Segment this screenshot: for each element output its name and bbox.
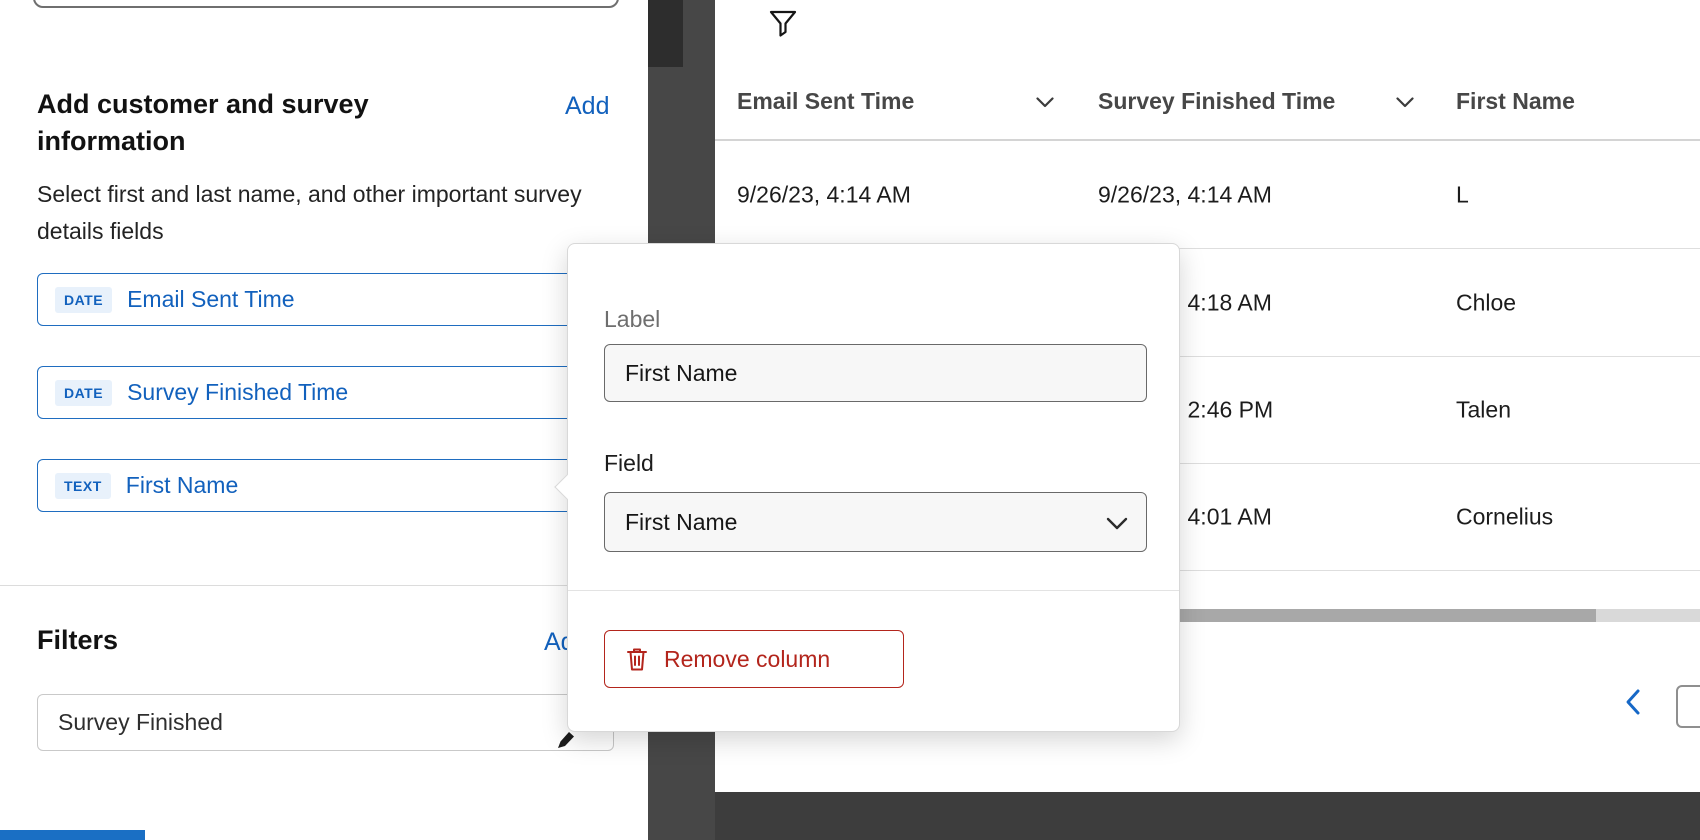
trash-icon (625, 646, 649, 672)
filter-item-label: Survey Finished (58, 709, 223, 736)
field-caption: Field (604, 450, 654, 477)
filter-funnel-icon[interactable] (767, 8, 799, 40)
cell-first-name: L (1456, 181, 1469, 208)
edit-pencil-icon[interactable] (556, 730, 576, 750)
field-select-value: First Name (625, 509, 737, 536)
popover-divider (568, 590, 1179, 591)
column-settings-popover: Label Field First Name Remove column (567, 243, 1180, 732)
column-header-label: First Name (1456, 88, 1575, 114)
remove-column-label: Remove column (664, 646, 830, 673)
field-row-survey-finished-time[interactable]: DATE Survey Finished Time (37, 366, 613, 419)
add-field-link[interactable]: Add (565, 92, 609, 121)
bottom-dark-bar (715, 792, 1700, 840)
field-type-badge: DATE (55, 380, 112, 406)
field-type-badge: DATE (55, 287, 112, 313)
section-description: Select first and last name, and other im… (37, 176, 597, 250)
field-type-badge: TEXT (55, 473, 111, 499)
cell-email-sent-time: 9/26/23, 4:14 AM (737, 181, 911, 208)
cell-survey-finished-time: 9/26/23, 4:14 AM (1098, 181, 1272, 208)
filters-title: Filters (37, 625, 118, 656)
page-number-input-partial[interactable] (1676, 685, 1700, 728)
app-root: Add customer and survey information Add … (0, 0, 1700, 840)
table-row[interactable]: 9/26/23, 4:14 AM 9/26/23, 4:14 AM L (715, 141, 1700, 249)
settings-panel: Add customer and survey information Add … (0, 0, 648, 840)
column-header-survey-finished-time[interactable]: Survey Finished Time (1098, 88, 1335, 115)
label-input[interactable] (604, 344, 1147, 402)
truncated-text-input[interactable] (33, 0, 619, 8)
field-row-first-name[interactable]: TEXT First Name (37, 459, 613, 512)
column-header-email-sent-time[interactable]: Email Sent Time (737, 88, 914, 115)
chevron-down-icon (1106, 517, 1128, 530)
label-caption: Label (604, 306, 660, 333)
section-divider (0, 585, 648, 586)
field-select[interactable]: First Name (604, 492, 1147, 552)
column-header-first-name[interactable]: First Name (1456, 88, 1575, 115)
remove-column-button[interactable]: Remove column (604, 630, 904, 688)
section-title: Add customer and survey information (37, 86, 477, 160)
cell-first-name: Chloe (1456, 289, 1516, 316)
scrollbar-thumb-vertical[interactable] (648, 0, 683, 67)
sort-chevron-down-icon[interactable] (1396, 97, 1414, 108)
cell-first-name: Cornelius (1456, 504, 1553, 531)
sort-chevron-down-icon[interactable] (1036, 97, 1054, 108)
filter-item-survey-finished[interactable]: Survey Finished (37, 694, 614, 751)
pagination-prev-button[interactable] (1623, 688, 1645, 719)
bottom-primary-strip (0, 830, 145, 840)
field-label: First Name (126, 472, 238, 499)
field-label: Email Sent Time (127, 286, 294, 313)
chevron-left-icon (1623, 688, 1645, 716)
cell-first-name: Talen (1456, 397, 1511, 424)
field-label: Survey Finished Time (127, 379, 348, 406)
column-header-label: Email Sent Time (737, 88, 914, 114)
field-row-email-sent-time[interactable]: DATE Email Sent Time (37, 273, 613, 326)
column-header-label: Survey Finished Time (1098, 88, 1335, 114)
